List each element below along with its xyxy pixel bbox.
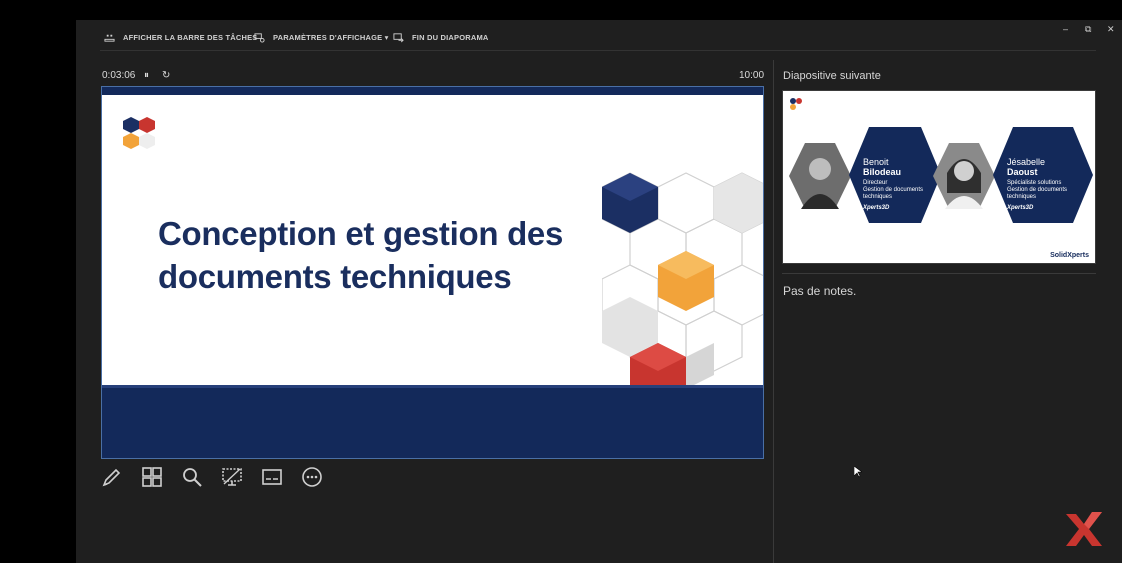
show-taskbar-label: AFFICHER LA BARRE DES TÂCHES [123,33,258,42]
notes-divider [782,273,1096,274]
show-taskbar-button[interactable]: AFFICHER LA BARRE DES TÂCHES [104,32,258,43]
subtitles-button[interactable] [260,465,284,489]
pane-divider [773,60,774,563]
person2-card: Jésabelle Daoust Spécialiste solutions G… [1007,157,1089,212]
zoom-button[interactable] [180,465,204,489]
minimize-button[interactable]: – [1063,24,1068,34]
person1-last-name: Bilodeau [863,167,902,177]
current-slide[interactable]: Conception et gestion des documents tech… [101,86,764,459]
restart-timer-button[interactable]: ↻ [162,70,170,81]
person2-badge: Xperts3D [1007,205,1034,211]
pause-timer-button[interactable]: ⏸ [144,70,149,81]
subtitles-icon [262,469,282,485]
magnifier-icon [183,468,202,487]
pen-tool-button[interactable] [100,465,124,489]
brand-x-logo-icon [1066,512,1102,546]
next-slide-preview[interactable]: Benoit Bilodeau Directeur Gestion de doc… [782,90,1096,264]
person1-card: Benoit Bilodeau Directeur Gestion de doc… [863,157,937,212]
black-screen-button[interactable] [220,465,244,489]
person1-role-3: techniques [863,194,893,200]
slide-top-band [102,87,763,95]
person1-role-1: Directeur [863,180,888,186]
pen-icon [102,468,121,487]
person1-photo [789,143,851,209]
slide-bottom-band [102,385,763,458]
person2-role-2: Gestion de documents [1007,187,1068,193]
person2-role-1: Spécialiste solutions [1007,180,1062,186]
elapsed-timer: 0:03:06 [102,70,136,81]
end-slideshow-icon [393,33,404,43]
presenter-view: AFFICHER LA BARRE DES TÂCHES PARAMÈTRES … [76,20,1122,563]
speaker-notes: Pas de notes. [783,284,857,298]
restore-button[interactable]: ⧉ [1085,24,1091,35]
mouse-cursor-icon [854,466,862,478]
display-settings-button[interactable]: PARAMÈTRES D'AFFICHAGE ▾ [254,32,389,43]
person2-last-name: Daoust [1007,167,1038,177]
person2-photo [933,143,995,209]
person1-badge: Xperts3D [863,205,890,211]
next-slide-label: Diapositive suivante [783,70,881,82]
slide-title-line2: documents techniques [158,258,512,295]
slide-title-line1: Conception et gestion des [158,215,564,252]
solidxperts-logo: SolidXperts [1050,252,1089,259]
taskbar-icon [104,34,115,42]
cubes-logo-icon [123,117,155,149]
person1-first-name: Benoit [863,157,889,167]
slide-title: Conception et gestion des documents tech… [158,212,628,298]
person1-role-2: Gestion de documents [863,187,924,193]
toolbar-divider [100,50,1096,51]
person2-role-3: techniques [1007,194,1037,200]
close-button[interactable]: ✕ [1107,24,1115,35]
see-all-slides-button[interactable] [140,465,164,489]
next-slide-logo-icon [790,98,802,110]
presenter-toolbar: AFFICHER LA BARRE DES TÂCHES PARAMÈTRES … [76,20,1122,56]
display-settings-icon [254,33,265,43]
person2-first-name: Jésabelle [1007,157,1046,167]
display-settings-label: PARAMÈTRES D'AFFICHAGE ▾ [273,33,389,42]
end-slideshow-button[interactable]: FIN DU DIAPORAMA [393,32,489,43]
slides-grid-icon [142,467,162,487]
current-time: 10:00 [739,70,765,81]
end-slideshow-label: FIN DU DIAPORAMA [412,33,489,42]
screen-toggle-icon [222,468,242,486]
more-options-button[interactable] [300,465,324,489]
more-icon [302,467,322,487]
presenter-tools [100,465,324,489]
